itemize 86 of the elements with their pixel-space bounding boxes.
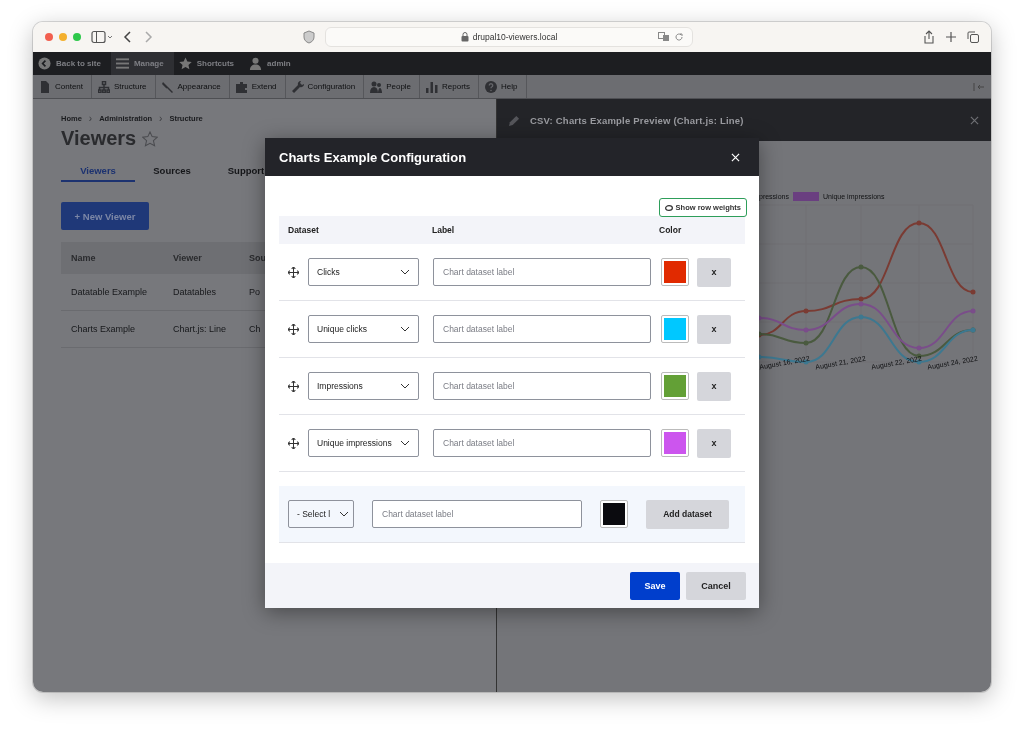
lock-icon <box>460 32 469 42</box>
dataset-select[interactable]: Clicks <box>308 258 419 286</box>
back-icon <box>38 57 51 70</box>
tabs-icon[interactable] <box>967 31 979 43</box>
cancel-button[interactable]: Cancel <box>686 571 746 600</box>
address-bar[interactable]: drupal10-viewers.local <box>325 27 693 47</box>
eye-icon <box>664 204 673 211</box>
table-cell-text: Charts Example <box>70 324 137 334</box>
remove-button[interactable]: x <box>697 371 731 401</box>
star-icon[interactable] <box>142 130 159 147</box>
table-cell-text: Datatable Example <box>70 287 149 297</box>
drag-handle-icon[interactable] <box>288 380 299 392</box>
label-input[interactable]: Chart dataset label <box>433 258 651 286</box>
dataset-select[interactable]: Unique impressions <box>308 429 419 457</box>
share-icon[interactable] <box>923 30 935 44</box>
user-icon <box>249 57 263 70</box>
people-icon <box>370 80 383 93</box>
toolbar-item[interactable]: Shortcuts <box>173 52 245 75</box>
breadcrumb-separator: › <box>159 113 163 124</box>
column-header: Sou <box>249 253 266 263</box>
new-tab-icon[interactable] <box>945 31 957 43</box>
menu-item[interactable]: Structure <box>92 75 156 98</box>
menu-item[interactable]: Configuration <box>285 75 365 98</box>
shield-icon[interactable] <box>303 30 315 44</box>
toolbar-item[interactable]: Back to site <box>33 52 111 75</box>
menu-item[interactable]: People <box>364 75 421 98</box>
drag-handle-icon[interactable] <box>288 266 299 278</box>
tab[interactable]: Viewers <box>61 160 135 182</box>
table-cell-text: Chart.js: Line <box>173 324 228 334</box>
hierarchy-icon <box>98 80 111 93</box>
sidebar-icon[interactable] <box>91 30 113 44</box>
bar-chart-icon <box>426 80 439 93</box>
chevron-down-icon <box>339 511 349 517</box>
help-icon <box>485 80 498 93</box>
dataset-select[interactable]: Impressions <box>308 372 419 400</box>
page-title: Viewers <box>61 127 137 150</box>
puzzle-icon <box>235 80 248 93</box>
preview-title: CSV: Charts Example Preview (Chart.js: Line) <box>530 114 744 126</box>
save-button[interactable]: Save <box>630 571 680 600</box>
chevron-down-icon <box>400 383 410 389</box>
drag-handle-icon[interactable] <box>288 437 299 449</box>
wrench-icon <box>291 80 304 93</box>
column-header: Color <box>659 225 682 235</box>
menu-item[interactable]: Content <box>33 75 93 98</box>
forward-icon[interactable] <box>143 30 153 44</box>
dialog-title: Charts Example Configuration <box>279 149 467 165</box>
remove-button[interactable]: x <box>697 257 731 287</box>
table-cell: Ch <box>249 324 261 334</box>
add-dataset-button[interactable]: Add dataset <box>646 499 729 529</box>
tab[interactable]: Sources <box>135 160 209 182</box>
pencil-icon <box>509 114 520 126</box>
breadcrumb-separator: › <box>88 113 93 124</box>
column-header: Label <box>432 225 456 235</box>
star-icon <box>178 57 192 70</box>
back-icon[interactable] <box>123 30 133 44</box>
label-input[interactable]: Chart dataset label <box>433 315 651 343</box>
column-header: Name <box>70 253 97 263</box>
table-cell: Po <box>249 287 260 297</box>
toolbar-item[interactable]: Manage <box>110 52 174 75</box>
new-viewer-button[interactable]: + New Viewer <box>61 202 149 230</box>
chevron-down-icon <box>400 326 410 332</box>
remove-button[interactable]: x <box>697 428 731 458</box>
file-icon <box>39 80 51 93</box>
drag-handle-icon[interactable] <box>288 323 299 335</box>
table-cell-text: Datatables <box>173 287 218 297</box>
remove-button[interactable]: x <box>697 314 731 344</box>
menu-item[interactable]: Help <box>479 75 527 98</box>
dataset-select[interactable]: - Select l <box>288 500 354 528</box>
label-input[interactable]: Chart dataset label <box>433 429 651 457</box>
label-input[interactable]: Chart dataset label <box>433 372 651 400</box>
translate-icon[interactable] <box>658 32 670 42</box>
column-header: Viewer <box>173 253 203 263</box>
url-text: drupal10-viewers.local <box>472 32 558 42</box>
brush-icon <box>161 80 174 93</box>
column-header: Dataset <box>287 225 320 235</box>
dataset-select[interactable]: Unique clicks <box>308 315 419 343</box>
menu-item[interactable]: Extend <box>229 75 286 98</box>
window-controls-icon[interactable] <box>45 33 81 41</box>
menu-icon <box>115 57 129 70</box>
chevron-down-icon <box>400 440 410 446</box>
label-input[interactable]: Chart dataset label <box>372 500 582 528</box>
reload-icon[interactable] <box>674 32 684 42</box>
menu-item[interactable]: Reports <box>420 75 480 98</box>
menu-item[interactable]: Appearance <box>155 75 230 98</box>
chevron-down-icon <box>400 269 410 275</box>
toolbar-item[interactable]: admin <box>244 52 301 75</box>
